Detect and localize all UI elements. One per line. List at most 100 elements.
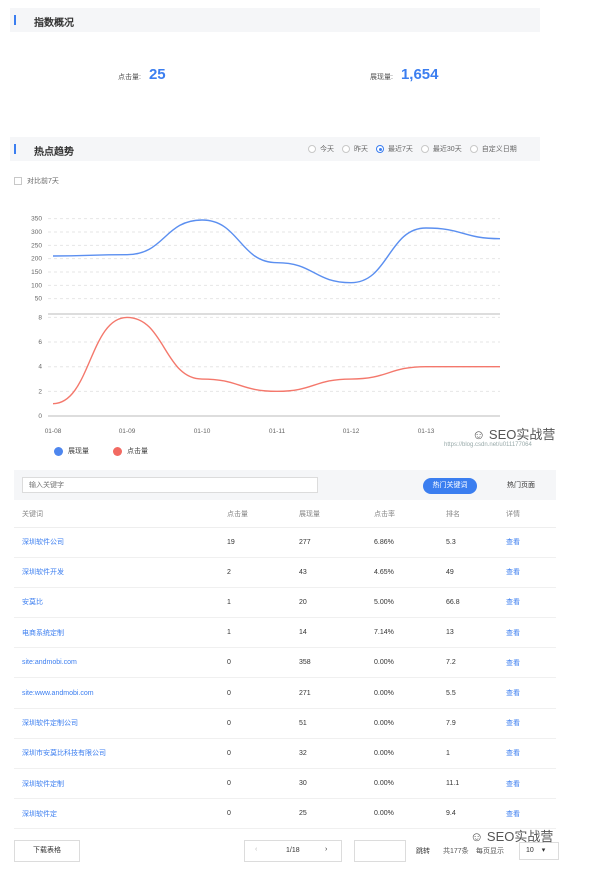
per-page-label: 每页显示	[476, 848, 504, 855]
table-row: 深圳软件开发 2 43 4.65% 49 查看	[14, 557, 556, 588]
y-tick-label: 350	[31, 216, 42, 223]
radio-icon[interactable]	[342, 145, 350, 153]
range-today-label: 今天	[320, 146, 334, 153]
range-custom[interactable]: 自定义日期	[469, 144, 517, 154]
keyword-search-input[interactable]	[22, 477, 318, 493]
y-tick-label: 250	[31, 242, 42, 249]
legend-clicks[interactable]: 点击量	[113, 446, 148, 456]
range-last-30-days-label: 最近30天	[432, 146, 462, 153]
overview-title: 指数概况	[34, 18, 74, 29]
cell-ctr: 4.65%	[366, 557, 438, 588]
x-tick-label: 01-08	[45, 428, 62, 435]
y-tick-label: 300	[31, 229, 42, 236]
view-detail-link[interactable]: 查看	[498, 557, 556, 588]
legend-impressions-swatch	[54, 446, 63, 456]
jump-page-input[interactable]	[354, 840, 406, 862]
view-detail-link[interactable]: 查看	[498, 798, 556, 830]
view-detail-link[interactable]: 查看	[498, 647, 556, 679]
range-yesterday[interactable]: 昨天	[342, 144, 368, 154]
range-today[interactable]: 今天	[308, 144, 334, 154]
cell-ctr: 0.00%	[366, 708, 438, 739]
range-custom-label: 自定义日期	[481, 146, 517, 153]
cell-keyword[interactable]: 深圳软件公司	[14, 527, 219, 558]
cell-rank: 7.2	[438, 647, 498, 679]
checkbox-icon[interactable]	[14, 177, 22, 185]
y-tick-label: 6	[38, 339, 42, 346]
range-last-7-days[interactable]: 最近7天	[376, 144, 413, 154]
cell-keyword[interactable]: site:www.andmobi.com	[14, 677, 219, 709]
impressions-label: 展现量:	[370, 74, 393, 81]
page-indicator: 1/18	[286, 847, 300, 854]
cell-clicks: 0	[219, 738, 291, 770]
hot-pages-tab[interactable]: 热门页面	[496, 478, 546, 494]
impressions-line	[52, 219, 501, 284]
cell-clicks: 0	[219, 768, 291, 800]
view-detail-link[interactable]: 查看	[498, 708, 556, 739]
cell-keyword[interactable]: 深圳软件定	[14, 798, 219, 830]
y-tick-label: 8	[38, 314, 42, 321]
cell-rank: 13	[438, 617, 498, 649]
view-detail-link[interactable]: 查看	[498, 768, 556, 800]
prev-page-icon[interactable]: ‹	[255, 846, 257, 853]
cell-impressions: 25	[291, 798, 366, 830]
col-rank[interactable]: 排名	[438, 501, 498, 528]
cell-rank: 9.4	[438, 798, 498, 830]
watermark-url: https://blog.csdn.net/u011177064	[444, 442, 532, 448]
x-tick-label: 01-12	[343, 428, 360, 435]
view-detail-link[interactable]: 查看	[498, 617, 556, 649]
radio-icon[interactable]	[420, 145, 429, 153]
cell-keyword[interactable]: 电商系统定制	[14, 617, 219, 649]
cell-impressions: 30	[291, 768, 366, 800]
col-ctr[interactable]: 点击率	[366, 501, 438, 528]
x-tick-label: 01-10	[194, 428, 211, 435]
cell-keyword[interactable]: 深圳软件定制	[14, 768, 219, 800]
watermark-bottom: ☺ SEO实战营	[470, 826, 553, 845]
jump-button[interactable]: 跳转	[416, 846, 430, 856]
section-accent-bar	[14, 15, 16, 25]
section-accent-bar	[14, 144, 16, 154]
cell-impressions: 14	[291, 617, 366, 649]
cell-rank: 5.5	[438, 677, 498, 709]
col-keyword[interactable]: 关键词	[14, 501, 219, 528]
cell-ctr: 7.14%	[366, 617, 438, 649]
cell-rank: 7.9	[438, 708, 498, 739]
next-page-icon[interactable]: ›	[325, 846, 327, 853]
download-table-button[interactable]: 下载表格	[14, 840, 80, 862]
cell-impressions: 32	[291, 738, 366, 770]
radio-icon[interactable]	[469, 145, 478, 153]
watermark-icon: ☺	[472, 427, 486, 442]
impressions-stat: 展现量: 1,654	[370, 66, 439, 83]
col-impressions[interactable]: 展现量	[291, 501, 366, 528]
view-detail-link[interactable]: 查看	[498, 677, 556, 709]
compare-previous-toggle[interactable]: 对比前7天	[14, 176, 59, 186]
view-detail-link[interactable]: 查看	[498, 587, 556, 619]
hot-keywords-tab[interactable]: 热门关键词	[423, 478, 477, 494]
range-last-7-days-label: 最近7天	[388, 146, 413, 153]
radio-selected-icon[interactable]	[376, 145, 384, 153]
cell-keyword[interactable]: 深圳软件开发	[14, 557, 219, 588]
clicks-line	[52, 316, 500, 405]
x-tick-label: 01-13	[418, 428, 435, 435]
cell-keyword[interactable]: 深圳软件定制公司	[14, 708, 219, 739]
cell-clicks: 1	[219, 587, 291, 619]
table-row: 安莫比 1 20 5.00% 66.8 查看	[14, 587, 556, 619]
trend-chart: 50 100 150 200 250 300 350 0 2 4 6 8 01-08 01-09 01-10…	[31, 216, 501, 435]
cell-impressions: 43	[291, 557, 366, 588]
legend-impressions[interactable]: 展现量	[54, 446, 89, 456]
range-last-30-days[interactable]: 最近30天	[420, 144, 462, 154]
date-range-selector: 今天 昨天 最近7天 最近30天 自定义日期	[308, 144, 517, 154]
cell-rank: 5.3	[438, 527, 498, 558]
y-tick-label: 4	[38, 364, 42, 371]
keyword-table: 关键词 点击量 展现量 点击率 排名 详情 深圳软件公司 19 277 6.86% 5.…	[14, 501, 556, 830]
y-tick-label: 150	[31, 269, 42, 276]
col-clicks[interactable]: 点击量	[219, 501, 291, 528]
cell-keyword[interactable]: 深圳市安莫比科技有限公司	[14, 738, 219, 770]
cell-rank: 66.8	[438, 587, 498, 619]
radio-icon[interactable]	[308, 145, 316, 153]
y-tick-label: 2	[38, 388, 42, 395]
view-detail-link[interactable]: 查看	[498, 527, 556, 558]
view-detail-link[interactable]: 查看	[498, 738, 556, 770]
cell-keyword[interactable]: 安莫比	[14, 587, 219, 619]
page-size-value: 10	[526, 847, 534, 854]
cell-keyword[interactable]: site:andmobi.com	[14, 647, 219, 679]
